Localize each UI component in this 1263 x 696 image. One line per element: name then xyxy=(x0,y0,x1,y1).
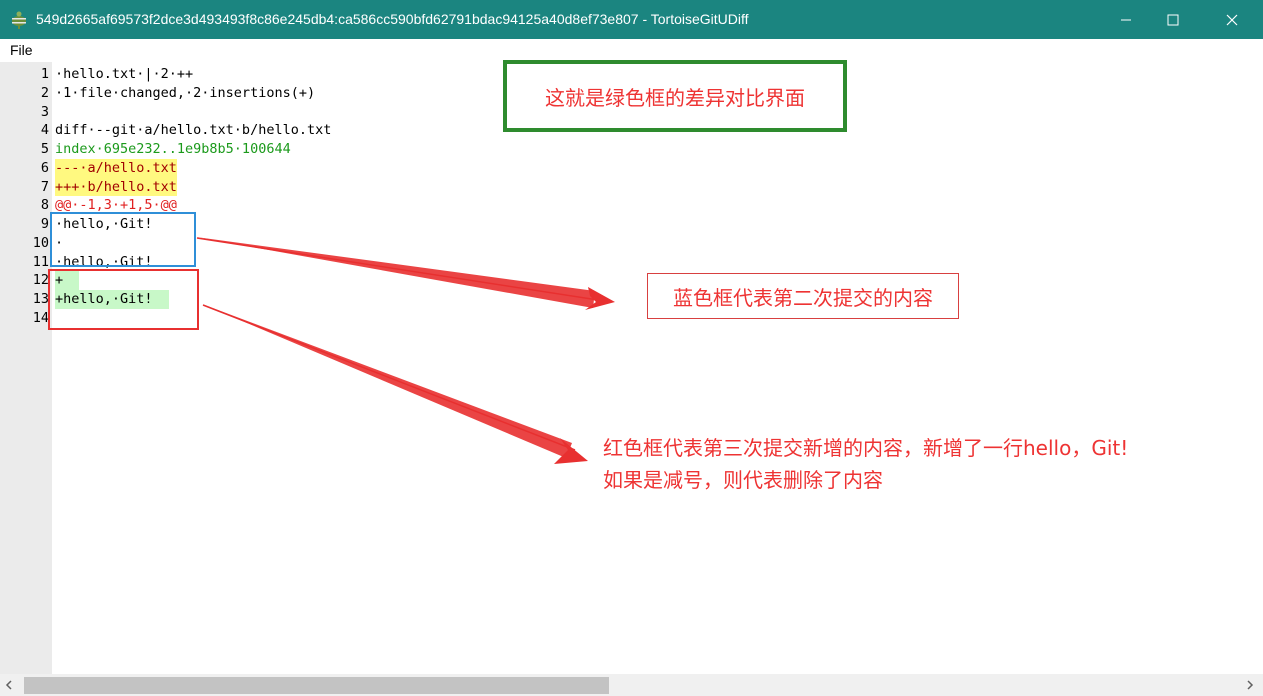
red-annotation-line-1: 红色框代表第三次提交新增的内容，新增了一行hello，Git! xyxy=(603,436,1129,460)
red-annotation-line-2: 如果是减号，则代表删除了内容 xyxy=(603,468,883,492)
annotation-arrows xyxy=(196,237,615,464)
scroll-left-icon[interactable] xyxy=(4,680,14,690)
blue-arrow xyxy=(196,237,615,310)
scrollbar-thumb[interactable] xyxy=(24,677,609,694)
scroll-right-icon[interactable] xyxy=(1245,680,1255,690)
blue-annotation-label: 蓝色框代表第二次提交的内容 xyxy=(647,273,959,319)
red-annotation-label: 红色框代表第三次提交新增的内容，新增了一行hello，Git! 如果是减号，则代… xyxy=(603,432,1233,496)
horizontal-scrollbar[interactable] xyxy=(0,674,1263,696)
red-arrow xyxy=(202,304,588,464)
